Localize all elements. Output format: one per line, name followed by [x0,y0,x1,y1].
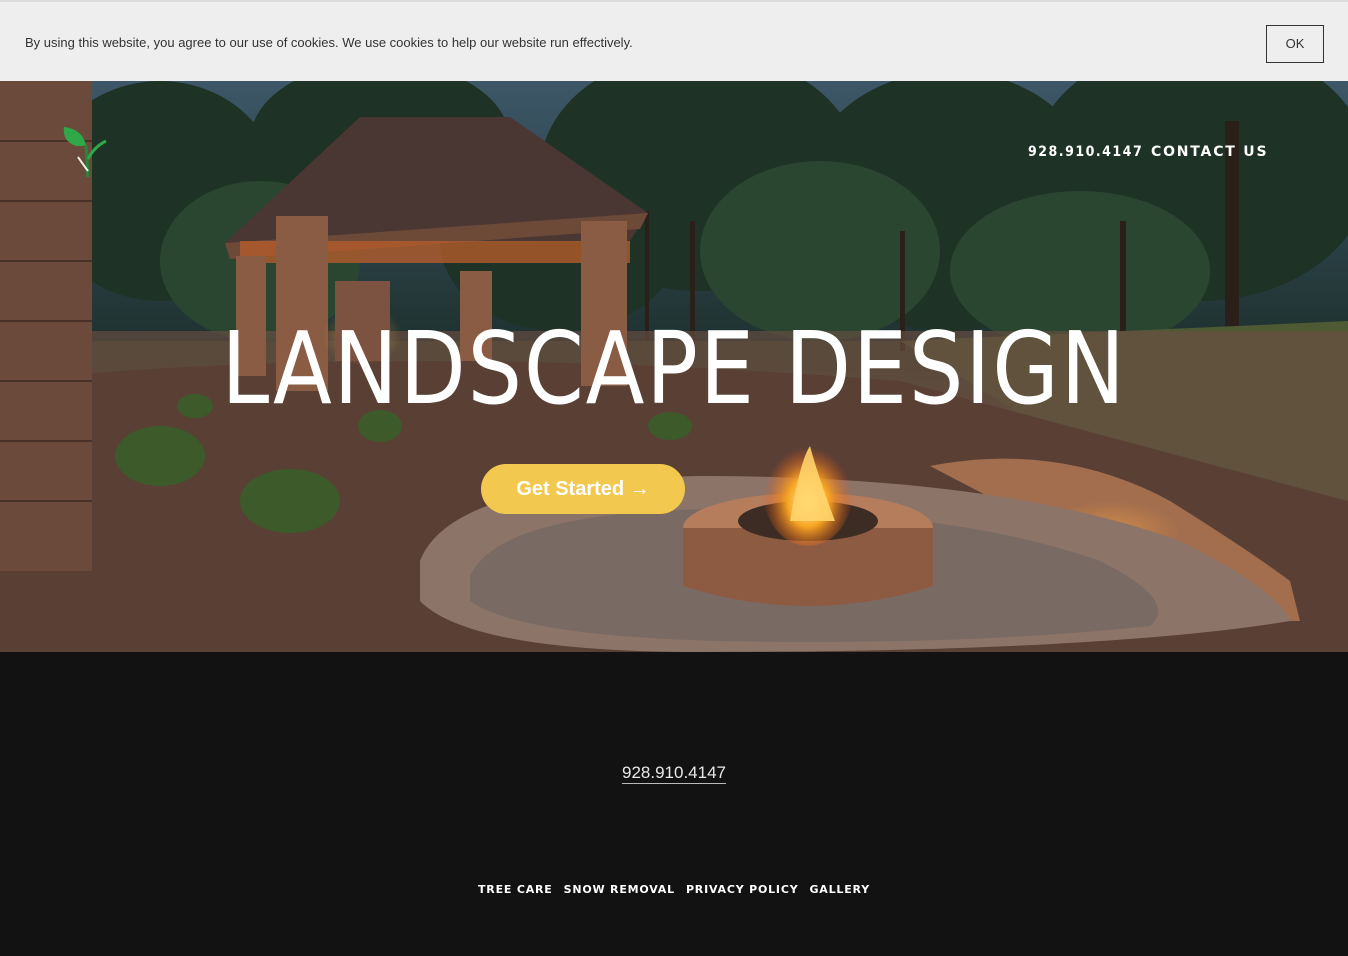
footer-link-tree-care[interactable]: TREE CARE [478,883,553,896]
footer: 928.910.4147 TREE CARE SNOW REMOVAL PRIV… [0,652,1348,956]
hero-title: LANDSCAPE DESIGN [221,310,1127,427]
header-phone-link[interactable]: 928.910.4147 [1028,144,1143,160]
get-started-button[interactable]: Get Started → [481,464,685,514]
footer-nav: TREE CARE SNOW REMOVAL PRIVACY POLICY GA… [0,883,1348,896]
footer-phone: 928.910.4147 [0,763,1348,784]
footer-link-privacy-policy[interactable]: PRIVACY POLICY [686,883,799,896]
cookie-message: By using this website, you agree to our … [25,35,633,50]
footer-phone-link[interactable]: 928.910.4147 [622,763,726,784]
hero-section: 928.910.4147 CONTACT US LANDSCAPE DESIGN… [0,81,1348,652]
footer-link-snow-removal[interactable]: SNOW REMOVAL [564,883,675,896]
leaf-logo-icon[interactable] [60,123,110,181]
footer-link-gallery[interactable]: GALLERY [809,883,870,896]
header-contact-link[interactable]: CONTACT US [1151,144,1268,160]
cookie-banner: By using this website, you agree to our … [0,0,1348,81]
cookie-ok-button[interactable]: OK [1266,25,1324,63]
